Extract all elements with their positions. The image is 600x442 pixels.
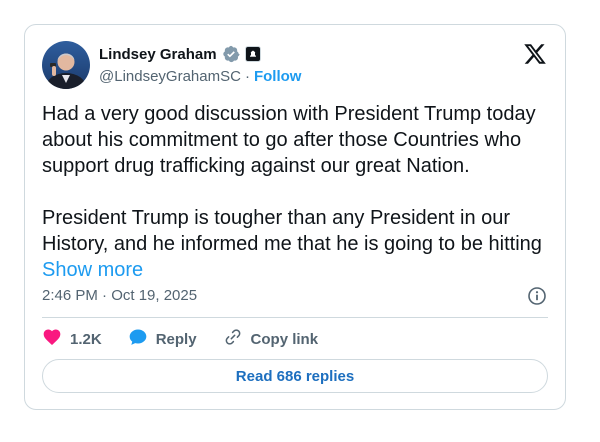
tweet-timestamp[interactable]: 2:46 PM · Oct 19, 2025 xyxy=(42,286,197,306)
speech-bubble-icon xyxy=(128,327,148,351)
like-button[interactable]: 1.2K xyxy=(42,327,102,351)
like-count: 1.2K xyxy=(70,330,102,348)
tweet-paragraph: Had a very good discussion with Presiden… xyxy=(42,103,536,177)
tweet-paragraph: President Trump is tougher than any Pres… xyxy=(42,205,554,283)
tweet-card[interactable]: Lindsey Graham @LindseyGrahamSC · Follow… xyxy=(24,24,566,410)
author-name[interactable]: Lindsey Graham xyxy=(99,46,217,63)
avatar[interactable] xyxy=(42,41,90,89)
heart-icon xyxy=(42,327,62,351)
verified-badge-icon xyxy=(222,45,240,63)
handle-separator: · xyxy=(244,67,250,85)
reply-button[interactable]: Reply xyxy=(128,327,197,351)
affiliation-badge-icon[interactable] xyxy=(244,46,261,62)
read-replies-button[interactable]: Read 686 replies xyxy=(42,359,548,393)
action-bar: 1.2K Reply Copy link xyxy=(42,327,344,351)
x-logo-icon[interactable] xyxy=(523,42,547,66)
copy-link-label: Copy link xyxy=(250,330,319,348)
author-handle[interactable]: @LindseyGrahamSC xyxy=(99,68,241,85)
divider xyxy=(42,317,548,318)
tweet-text: Had a very good discussion with Presiden… xyxy=(42,101,554,283)
reply-label: Reply xyxy=(155,330,197,348)
show-more-link[interactable]: Show more xyxy=(42,259,143,281)
link-icon xyxy=(223,327,243,351)
follow-button[interactable]: Follow xyxy=(254,68,302,85)
copy-link-button[interactable]: Copy link xyxy=(223,327,319,351)
info-icon[interactable] xyxy=(527,286,547,306)
tweet-paragraph-text: President Trump is tougher than any Pres… xyxy=(42,207,542,255)
